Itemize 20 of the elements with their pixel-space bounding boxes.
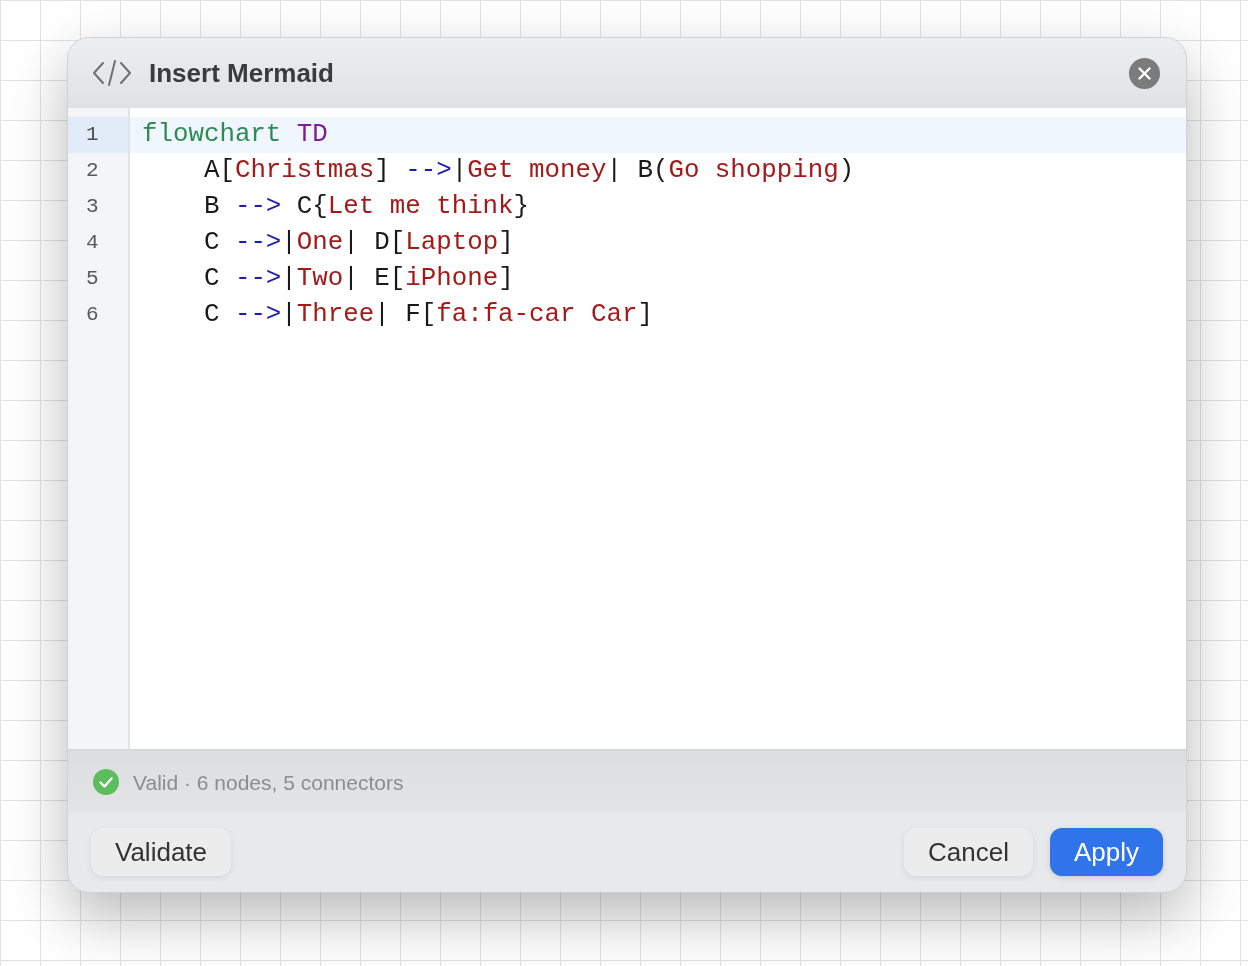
code-editor[interactable]: 1 2 3 4 5 6 flowchart TD A[Christmas] -->|Get money| B(Go shopping) B --> C{Let me think} C -->|One| D[Laptop] C -->|Two| E[iPhone] C -->|Three| F[fa:fa-car Car] (68, 108, 1186, 749)
code-line: C -->|One| D[Laptop] (203, 227, 514, 259)
dialog-button[interactable]: Apply (1049, 828, 1163, 876)
line-number: 3 (86, 194, 99, 221)
close-button[interactable] (1129, 57, 1160, 89)
line-number: 4 (86, 230, 99, 257)
code-icon (93, 60, 131, 86)
code-line: C -->|Three| F[fa:fa-car Car] (203, 299, 653, 331)
validation-status-text: Valid · 6 nodes, 5 connectors (133, 771, 404, 793)
close-icon (1138, 66, 1151, 80)
code-line: B --> C{Let me think} (203, 191, 530, 223)
line-number: 2 (86, 158, 99, 185)
code-line: A[Christmas] -->|Get money| B(Go shopping) (203, 155, 855, 187)
line-number: 5 (86, 266, 99, 293)
line-number: 1 (68, 117, 128, 153)
dialog-button[interactable]: Validate (91, 828, 232, 876)
dialog-title: Insert Mermaid (149, 60, 334, 86)
dialog-button[interactable]: Cancel (904, 828, 1033, 876)
line-number: 6 (86, 302, 99, 329)
code-line: C -->|Two| E[iPhone] (203, 263, 514, 295)
